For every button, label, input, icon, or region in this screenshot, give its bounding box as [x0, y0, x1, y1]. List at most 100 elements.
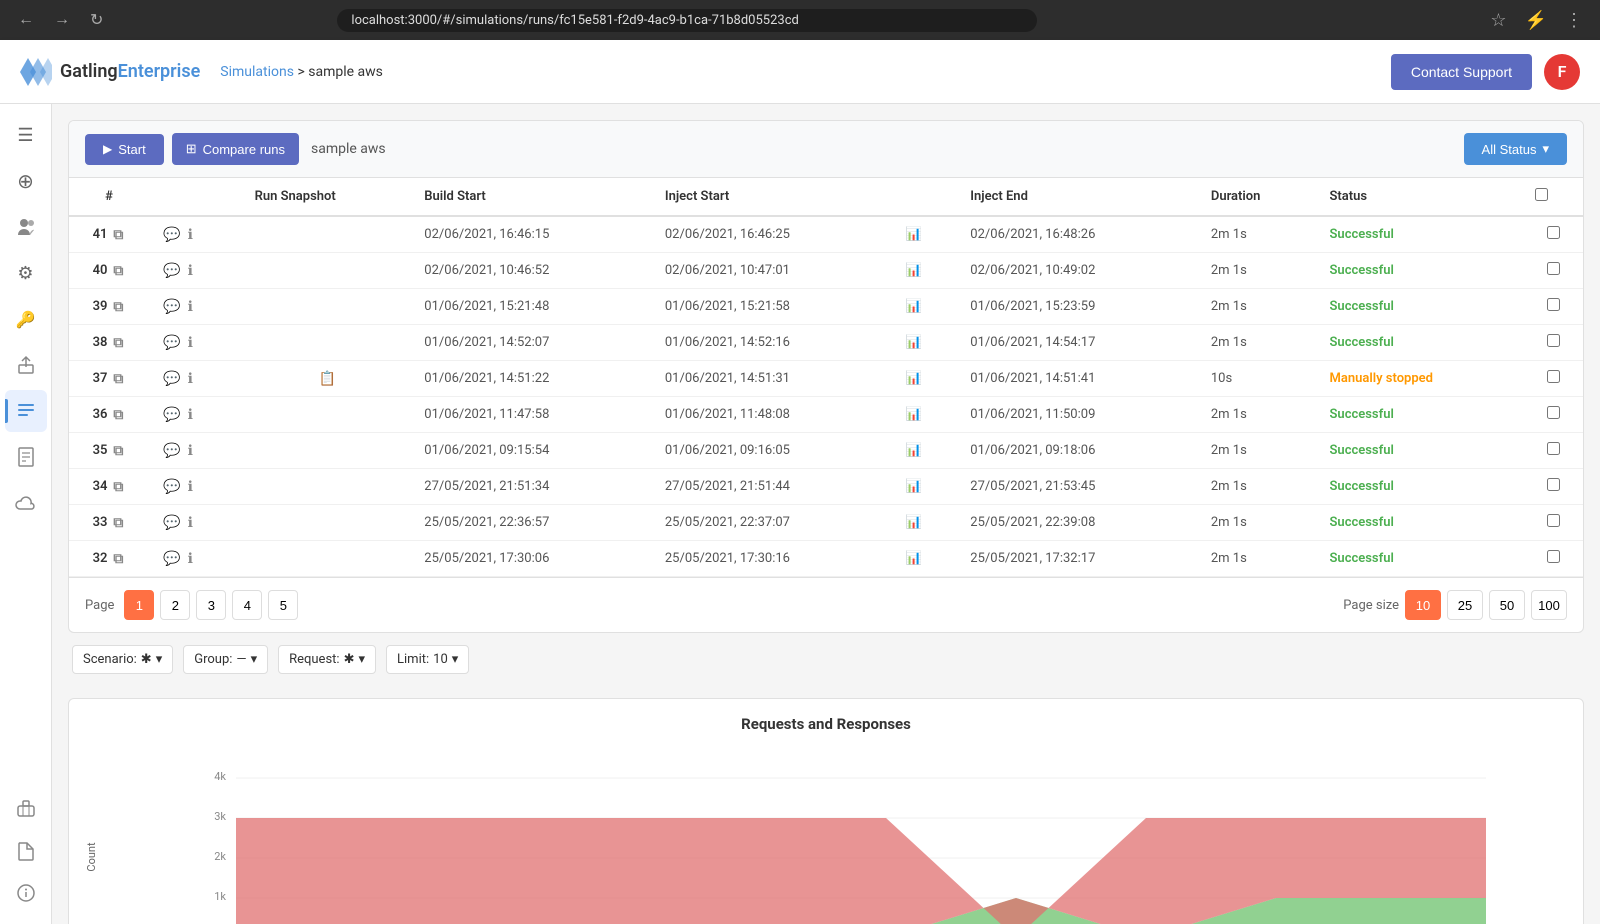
info-icon[interactable]: ℹ — [188, 443, 193, 459]
page-2-button[interactable]: 2 — [160, 590, 190, 620]
app-header: GatlingEnterprise Simulations > sample a… — [0, 40, 1600, 104]
cell-chart-link[interactable]: 📊 — [893, 397, 958, 433]
row-checkbox[interactable] — [1547, 514, 1560, 527]
cell-chart-link[interactable]: 📊 — [893, 433, 958, 469]
page-1-button[interactable]: 1 — [124, 590, 154, 620]
cell-chart-link[interactable]: 📊 — [893, 469, 958, 505]
sidebar-item-reports[interactable] — [5, 436, 47, 478]
sidebar-item-docs[interactable] — [5, 830, 47, 872]
info-icon[interactable]: ℹ — [188, 551, 193, 567]
row-checkbox[interactable] — [1547, 262, 1560, 275]
info-icon[interactable]: ℹ — [188, 227, 193, 243]
browser-chrome: ← → ↻ localhost:3000/#/simulations/runs/… — [0, 0, 1600, 40]
info-icon[interactable]: ℹ — [188, 371, 193, 387]
browser-forward-button[interactable]: → — [48, 7, 76, 33]
browser-menu-button[interactable]: ⋮ — [1560, 8, 1588, 33]
comment-icon[interactable]: 💬 — [163, 371, 180, 387]
comment-icon[interactable]: 💬 — [163, 335, 180, 351]
cell-chart-link[interactable]: 📊 — [893, 289, 958, 325]
page-size-50-button[interactable]: 50 — [1489, 590, 1525, 620]
copy-icon[interactable]: ⧉ — [113, 551, 123, 567]
status-badge: Manually stopped — [1330, 371, 1434, 386]
comment-icon[interactable]: 💬 — [163, 479, 180, 495]
copy-icon[interactable]: ⧉ — [113, 515, 123, 531]
page-size-100-button[interactable]: 100 — [1531, 590, 1567, 620]
page-size-10-button[interactable]: 10 — [1405, 590, 1441, 620]
info-icon[interactable]: ℹ — [188, 515, 193, 531]
row-checkbox[interactable] — [1547, 298, 1560, 311]
page-3-button[interactable]: 3 — [196, 590, 226, 620]
sidebar-item-runs[interactable] — [5, 390, 47, 432]
compare-runs-button[interactable]: ⊞ Compare runs — [172, 133, 299, 165]
address-bar[interactable]: localhost:3000/#/simulations/runs/fc15e5… — [337, 9, 1037, 32]
info-icon[interactable]: ℹ — [188, 479, 193, 495]
sidebar-item-dashboard[interactable]: ⊕ — [5, 160, 47, 202]
col-checkbox — [1523, 178, 1583, 216]
select-all-checkbox[interactable] — [1535, 188, 1548, 201]
row-checkbox[interactable] — [1547, 478, 1560, 491]
cell-chart-link[interactable]: 📊 — [893, 253, 958, 289]
request-filter[interactable]: Request: ✱ ▾ — [278, 645, 376, 674]
cell-inject-end: 25/05/2021, 17:32:17 — [958, 541, 1199, 577]
comment-icon[interactable]: 💬 — [163, 299, 180, 315]
page-5-button[interactable]: 5 — [268, 590, 298, 620]
sidebar-item-menu[interactable]: ☰ — [5, 114, 47, 156]
comment-icon[interactable]: 💬 — [163, 515, 180, 531]
sidebar-item-info[interactable] — [5, 872, 47, 914]
start-button[interactable]: ▶ Start — [85, 134, 164, 165]
group-filter[interactable]: Group: — ▾ — [183, 645, 268, 674]
browser-extensions-button[interactable]: ⚡ — [1520, 8, 1552, 33]
sidebar-item-apikeys[interactable]: 🔑 — [5, 298, 47, 340]
page-size-25-button[interactable]: 25 — [1447, 590, 1483, 620]
cell-chart-link[interactable]: 📊 — [893, 216, 958, 253]
copy-icon[interactable]: ⧉ — [113, 443, 123, 459]
copy-icon[interactable]: ⧉ — [113, 479, 123, 495]
browser-refresh-button[interactable]: ↻ — [84, 6, 109, 34]
sidebar-item-users[interactable] — [5, 206, 47, 248]
user-avatar[interactable]: F — [1544, 54, 1580, 90]
sidebar-item-upload[interactable] — [5, 344, 47, 386]
info-icon[interactable]: ℹ — [188, 335, 193, 351]
info-icon[interactable]: ℹ — [188, 263, 193, 279]
cell-chart-link[interactable]: 📊 — [893, 541, 958, 577]
sidebar-item-settings[interactable]: ⚙ — [5, 252, 47, 294]
cell-icons: 💬 ℹ — [149, 541, 243, 577]
copy-icon[interactable]: ⧉ — [113, 227, 123, 243]
page-4-button[interactable]: 4 — [232, 590, 262, 620]
row-checkbox[interactable] — [1547, 226, 1560, 239]
cell-chart-link[interactable]: 📊 — [893, 361, 958, 397]
row-checkbox[interactable] — [1547, 334, 1560, 347]
copy-icon[interactable]: ⧉ — [113, 335, 123, 351]
comment-icon[interactable]: 💬 — [163, 407, 180, 423]
browser-back-button[interactable]: ← — [12, 7, 40, 33]
status-badge: Successful — [1330, 443, 1394, 458]
copy-icon[interactable]: ⧉ — [113, 263, 123, 279]
contact-support-button[interactable]: Contact Support — [1391, 54, 1532, 90]
sidebar-item-plugins[interactable] — [5, 788, 47, 830]
row-checkbox[interactable] — [1547, 442, 1560, 455]
browser-bookmark-button[interactable]: ☆ — [1485, 8, 1511, 33]
cell-duration: 2m 1s — [1199, 216, 1318, 253]
row-checkbox[interactable] — [1547, 370, 1560, 383]
info-icon[interactable]: ℹ — [188, 407, 193, 423]
scenario-filter[interactable]: Scenario: ✱ ▾ — [72, 645, 173, 674]
run-number: 40 — [93, 263, 108, 278]
sidebar-item-cloud[interactable] — [5, 482, 47, 524]
cell-chart-link[interactable]: 📊 — [893, 505, 958, 541]
copy-icon[interactable]: ⧉ — [113, 407, 123, 423]
limit-filter[interactable]: Limit: 10 ▾ — [386, 645, 469, 674]
comment-icon[interactable]: 💬 — [163, 551, 180, 567]
row-checkbox[interactable] — [1547, 406, 1560, 419]
status-filter-dropdown[interactable]: All Status ▾ — [1464, 133, 1567, 165]
doc-icon[interactable]: 📋 — [319, 371, 336, 387]
copy-icon[interactable]: ⧉ — [113, 371, 123, 387]
comment-icon[interactable]: 💬 — [163, 227, 180, 243]
comment-icon[interactable]: 💬 — [163, 263, 180, 279]
cell-chart-link[interactable]: 📊 — [893, 325, 958, 361]
row-checkbox[interactable] — [1547, 550, 1560, 563]
runs-toolbar: ▶ Start ⊞ Compare runs sample aws All St… — [69, 121, 1583, 178]
chart-y-label: Count — [85, 842, 98, 871]
info-icon[interactable]: ℹ — [188, 299, 193, 315]
comment-icon[interactable]: 💬 — [163, 443, 180, 459]
copy-icon[interactable]: ⧉ — [113, 299, 123, 315]
